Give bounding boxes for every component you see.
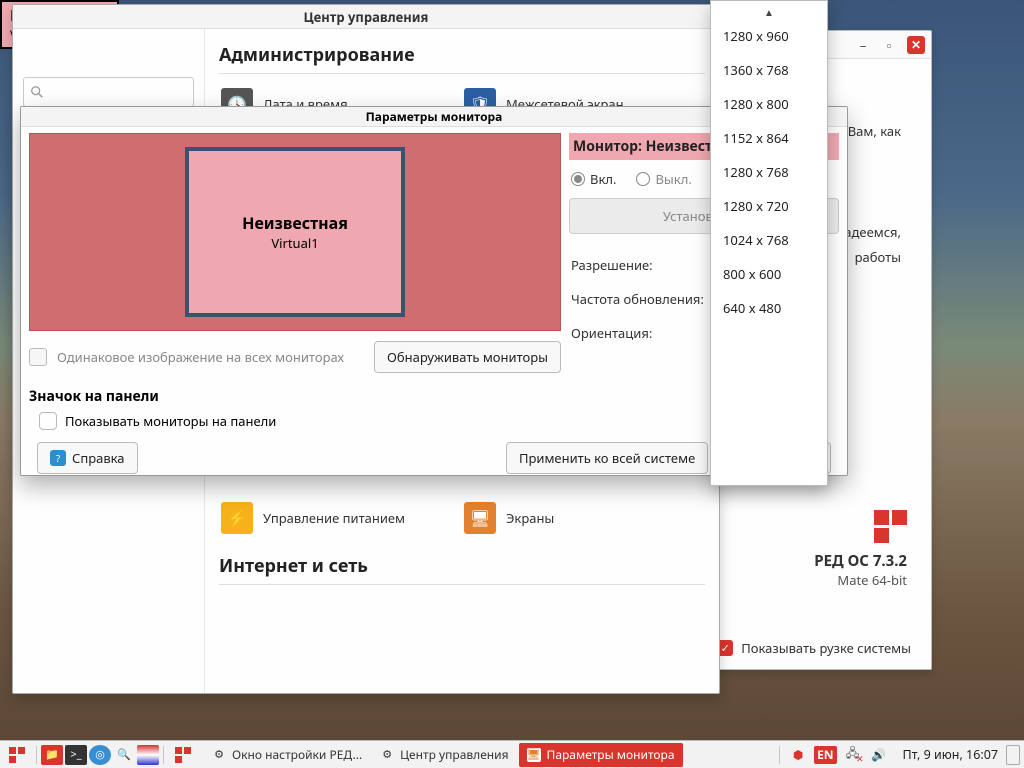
resolution-option[interactable]: 1152 x 864 <box>711 121 827 155</box>
detect-monitors-button[interactable]: Обнаруживать мониторы <box>374 341 561 373</box>
monitor-rect-connector: Virtual1 <box>271 234 318 252</box>
same-image-label: Одинаковое изображение на всех мониторах <box>57 348 344 366</box>
terminal-launcher[interactable]: >_ <box>65 745 87 765</box>
search-launcher[interactable]: 🔍 <box>113 745 135 765</box>
keyboard-layout-indicator[interactable]: EN <box>814 746 836 764</box>
separator <box>36 746 37 764</box>
task-label: Параметры монитора <box>547 746 675 763</box>
volume-icon[interactable]: 🔊 <box>869 746 889 764</box>
start-menu-button[interactable] <box>4 744 30 766</box>
welcome-text-frag-1: Вам, как <box>848 122 901 140</box>
cc-item-label: Управление питанием <box>263 509 405 527</box>
help-button[interactable]: ? Справка <box>37 442 138 474</box>
redos-logo-icon <box>871 510 907 543</box>
scroll-up-arrow-icon[interactable]: ▲ <box>711 5 827 19</box>
system-tray: ⬢ EN 🖧✕ 🔊 <box>782 746 894 764</box>
welcome-text-frag-3: работы <box>855 248 901 266</box>
resolution-option[interactable]: 800 x 600 <box>711 257 827 291</box>
gear-icon: ⚙ <box>212 748 226 762</box>
task-button-monitor-prefs[interactable]: 🖥 Параметры монитора <box>519 743 683 767</box>
separator <box>163 746 164 764</box>
cc-item-label: Экраны <box>506 509 554 527</box>
browser-launcher[interactable]: ◎ <box>89 745 111 765</box>
tray-package-icon[interactable]: ⬢ <box>788 746 808 764</box>
task-button-settings[interactable]: ⚙ Окно настройки РЕД... <box>204 743 370 767</box>
separator <box>779 746 780 764</box>
search-icon <box>30 85 44 99</box>
help-icon: ? <box>50 450 66 466</box>
task-button-control-center[interactable]: ⚙ Центр управления <box>372 743 516 767</box>
resolution-option[interactable]: 1024 x 768 <box>711 223 827 257</box>
control-center-title[interactable]: Центр управления <box>13 5 719 29</box>
monitor-rect-name: Неизвестная <box>242 212 348 234</box>
window-list-button[interactable] <box>170 744 196 766</box>
maximize-icon[interactable]: ▫ <box>881 37 897 53</box>
show-on-panel-checkbox[interactable] <box>39 412 57 430</box>
monitor-on-radio[interactable]: Вкл. <box>571 170 616 188</box>
resolution-option[interactable]: 1280 x 960 <box>711 19 827 53</box>
show-on-panel-label: Показывать мониторы на панели <box>65 412 276 430</box>
show-desktop-button[interactable] <box>1006 745 1020 765</box>
taskbar-clock[interactable]: Пт, 9 июн, 16:07 <box>895 746 1006 763</box>
task-label: Центр управления <box>400 746 508 763</box>
resolution-option[interactable]: 1360 x 768 <box>711 53 827 87</box>
file-manager-launcher[interactable]: 📁 <box>41 745 63 765</box>
monitor-layout-preview[interactable]: Неизвестная Virtual1 <box>29 133 561 331</box>
show-at-startup-label: Показывать рузке системы <box>741 639 911 657</box>
monitor-icon: 🖥 <box>464 502 496 534</box>
network-disconnected-icon[interactable]: 🖧✕ <box>843 746 863 764</box>
monitor-icon: 🖥 <box>527 748 541 762</box>
bolt-icon: ⚡ <box>221 502 253 534</box>
resolution-option[interactable]: 1280 x 768 <box>711 155 827 189</box>
welcome-watermark: O M <box>851 291 913 329</box>
monitor-rect[interactable]: Неизвестная Virtual1 <box>185 147 405 317</box>
redos-menu-icon <box>175 747 191 763</box>
same-image-checkbox[interactable] <box>29 348 47 366</box>
search-input[interactable] <box>23 77 194 107</box>
close-button[interactable]: ✕ <box>907 36 925 54</box>
minimize-icon[interactable]: – <box>855 37 871 53</box>
apply-system-button[interactable]: Применить ко всей системе <box>506 442 708 474</box>
task-label: Окно настройки РЕД... <box>232 746 362 763</box>
branding-block: РЕД ОС 7.3.2 Mate 64-bit <box>814 510 907 589</box>
resolution-option[interactable]: 1280 x 800 <box>711 87 827 121</box>
brand-edition: Mate 64-bit <box>814 571 907 589</box>
resolution-option[interactable]: 640 x 480 <box>711 291 827 325</box>
resolution-option[interactable]: 1280 x 720 <box>711 189 827 223</box>
resolution-dropdown-menu[interactable]: ▲ 1280 x 960 1360 x 768 1280 x 800 1152 … <box>710 0 828 486</box>
section-heading-admin: Администрирование <box>219 43 705 74</box>
section-heading-net: Интернет и сеть <box>219 554 705 585</box>
taskbar: 📁 >_ ◎ 🔍 ⚙ Окно настройки РЕД... ⚙ Центр… <box>0 740 1024 768</box>
flag-launcher[interactable] <box>137 745 159 765</box>
gear-icon: ⚙ <box>380 748 394 762</box>
redos-menu-icon <box>9 747 25 763</box>
cc-item-power[interactable]: ⚡ Управление питанием <box>219 496 462 540</box>
brand-name: РЕД ОС 7.3.2 <box>814 551 907 571</box>
quick-launch: 📁 >_ ◎ 🔍 <box>39 745 161 765</box>
cc-item-displays[interactable]: 🖥 Экраны <box>462 496 705 540</box>
monitor-off-radio[interactable]: Выкл. <box>636 170 691 188</box>
